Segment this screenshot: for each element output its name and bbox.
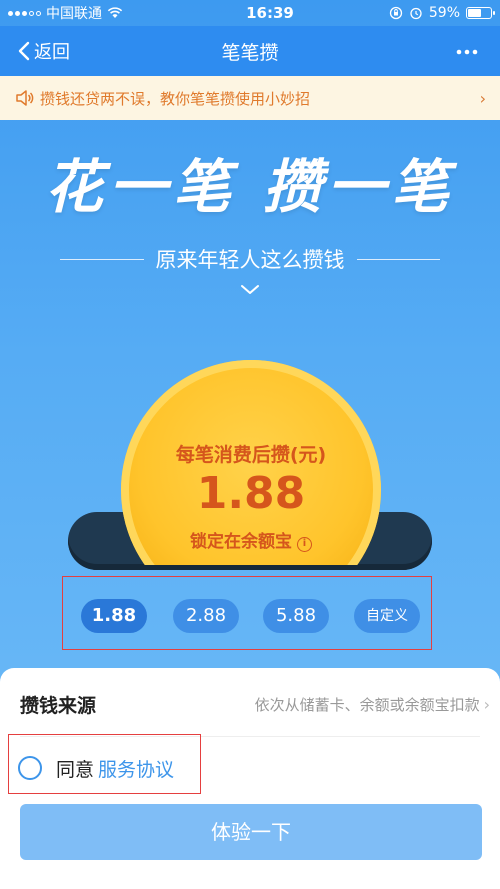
agree-text: 同意 服务协议 xyxy=(56,755,174,782)
chevron-right-icon: › xyxy=(483,694,490,714)
source-row[interactable]: 攒钱来源 依次从储蓄卡、余额或余额宝扣款 › xyxy=(20,682,490,726)
status-right: 59% xyxy=(322,5,495,21)
agree-radio[interactable] xyxy=(18,756,42,780)
chevron-left-icon xyxy=(18,41,30,61)
divider-line-right xyxy=(356,258,440,260)
signal-icon xyxy=(8,10,41,16)
coin-amount: 1.88 xyxy=(196,468,306,519)
amount-option-2[interactable]: 2.88 xyxy=(173,599,239,633)
coin-label-top: 每笔消费后攒(元) xyxy=(175,444,327,466)
notice-bar[interactable]: 攒钱还贷两不误，教你笔笔攒使用小妙招 › xyxy=(0,76,500,120)
amount-options: 1.88 2.88 5.88 自定义 xyxy=(62,576,432,650)
wifi-icon xyxy=(107,7,123,18)
battery-percent: 59% xyxy=(428,5,460,21)
status-time: 16:39 xyxy=(246,4,294,22)
rotation-lock-icon xyxy=(389,6,403,20)
coin-label-bottom-text: 锁定在余额宝 xyxy=(190,532,292,552)
carrier-name: 中国联通 xyxy=(46,6,102,22)
chevron-right-icon: › xyxy=(479,88,486,108)
info-icon[interactable]: i xyxy=(297,537,312,552)
amount-option-3[interactable]: 5.88 xyxy=(263,599,329,633)
coin-label-bottom: 锁定在余额宝 i xyxy=(121,527,381,552)
divider-line-left xyxy=(60,258,144,260)
more-button[interactable] xyxy=(456,40,478,58)
alarm-icon xyxy=(410,7,422,20)
hero-title: 花一笔 攒一笔 xyxy=(44,153,456,221)
more-dots-icon xyxy=(456,49,478,55)
back-label: 返回 xyxy=(34,42,70,63)
amount-option-1[interactable]: 1.88 xyxy=(81,599,147,633)
source-value: 依次从储蓄卡、余额或余额宝扣款 xyxy=(254,695,480,714)
hero-subtitle: 原来年轻人这么攒钱 xyxy=(155,248,345,272)
agree-prefix: 同意 xyxy=(56,759,95,781)
screen: 中国联通 16:39 59% 返回 笔笔攒 攒钱还贷两不误，教你笔笔攒使用小妙招… xyxy=(0,0,500,889)
source-label: 攒钱来源 xyxy=(20,694,97,717)
chevron-down-icon xyxy=(241,285,259,294)
coin: 每笔消费后攒(元) 1.88 锁定在余额宝 i xyxy=(121,360,381,565)
battery-icon xyxy=(466,7,495,19)
back-button[interactable]: 返回 xyxy=(18,38,70,64)
hero-subtitle-row: 原来年轻人这么攒钱 xyxy=(60,244,440,274)
nav-bar: 返回 笔笔攒 xyxy=(0,26,500,76)
notice-text: 攒钱还贷两不误，教你笔笔攒使用小妙招 xyxy=(40,89,311,108)
page-title: 笔笔攒 xyxy=(221,41,279,64)
amount-option-custom[interactable]: 自定义 xyxy=(354,599,420,633)
try-button[interactable]: 体验一下 xyxy=(20,804,482,860)
service-agreement-link[interactable]: 服务协议 xyxy=(98,759,174,781)
status-bar: 中国联通 16:39 59% xyxy=(0,0,500,26)
speaker-icon xyxy=(16,90,34,106)
status-left: 中国联通 xyxy=(8,3,178,23)
